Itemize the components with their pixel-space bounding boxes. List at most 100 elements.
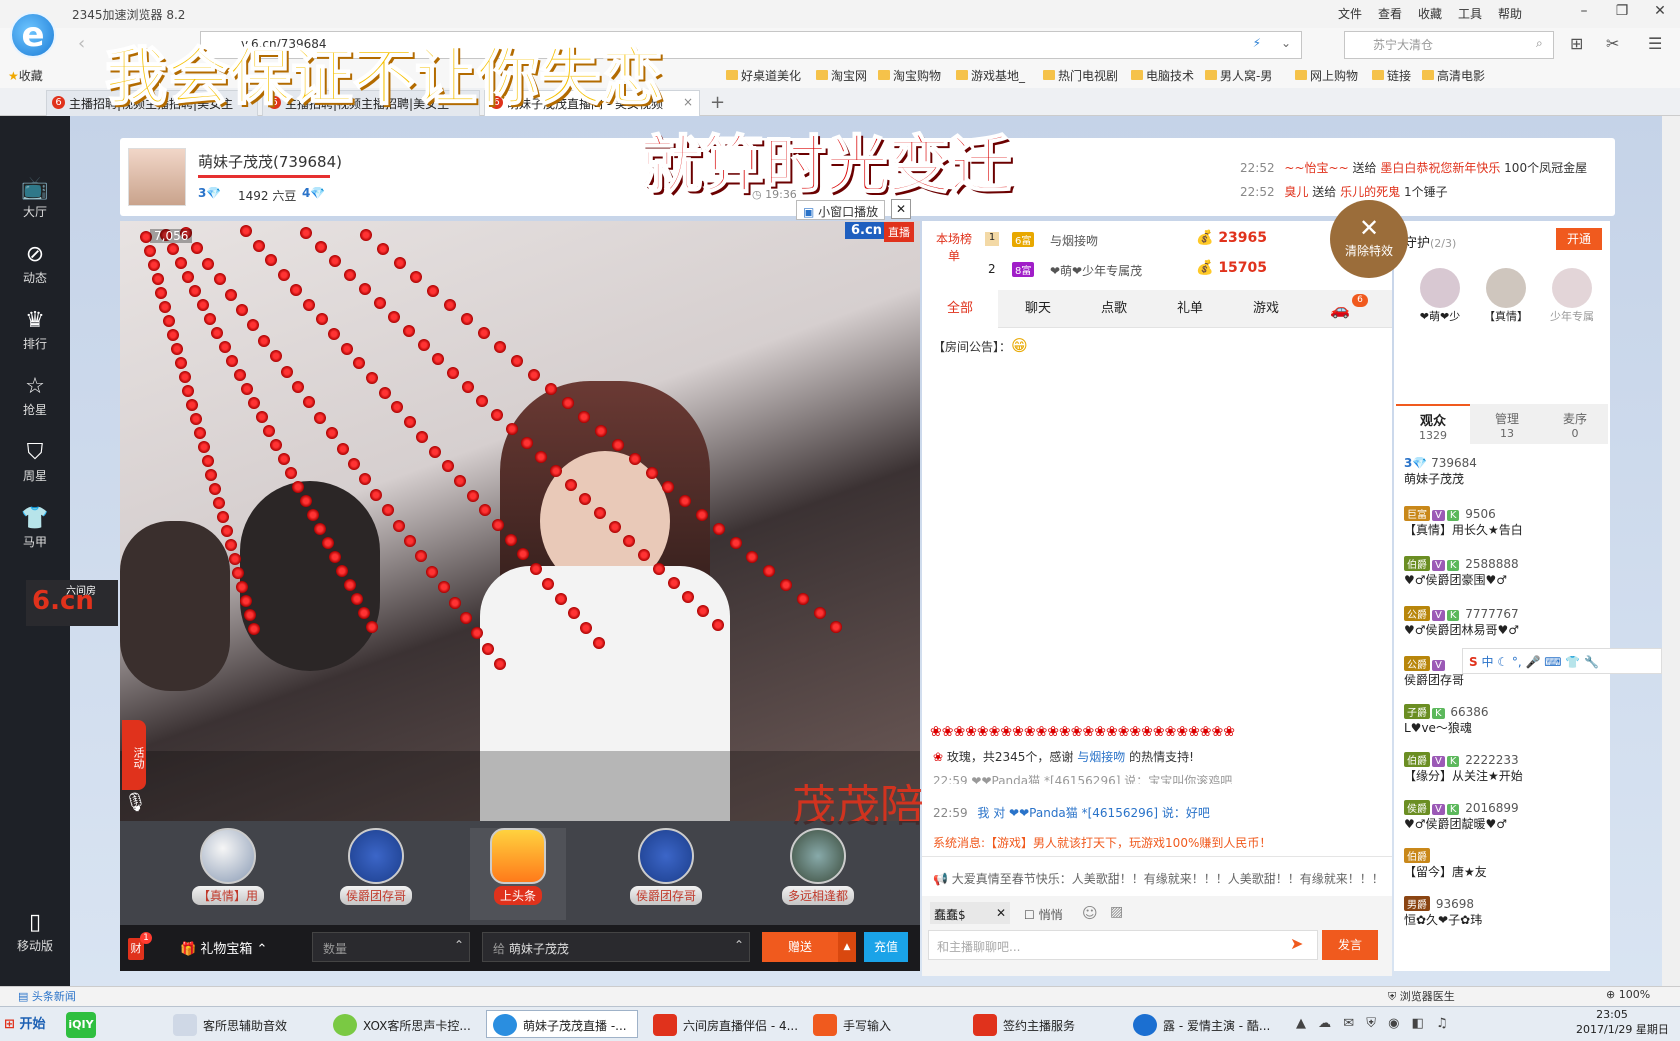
- lightning-icon[interactable]: ⚡: [1253, 36, 1261, 50]
- viewer-row[interactable]: 巨富 V K 9506 【真情】用长久★告白: [1404, 506, 1523, 538]
- nav-ranking[interactable]: ♛ 排行: [0, 308, 70, 352]
- viewer-row[interactable]: 伯爵 V K 2222233 【缘分】从关注★开始: [1404, 752, 1523, 784]
- chat-target[interactable]: 蠢蠢$ ✕: [930, 902, 1010, 924]
- clear-effects-button[interactable]: ✕ 清除特效: [1330, 200, 1408, 278]
- viewer-row[interactable]: 伯爵 V K 2588888 ♥♂侯爵团豪围♥♂: [1404, 556, 1519, 588]
- quantity-input[interactable]: 数量: [312, 932, 470, 962]
- guard-member[interactable]: 【真情】: [1476, 268, 1536, 324]
- guard-member[interactable]: 少年专属: [1542, 268, 1602, 324]
- live-video[interactable]: [120, 221, 920, 821]
- nav-hall[interactable]: 📺 大厅: [0, 176, 70, 220]
- open-guard-button[interactable]: 开通: [1556, 228, 1602, 250]
- minimize-icon[interactable]: –: [1570, 3, 1598, 25]
- favorite-item[interactable]: 游戏基地_: [956, 67, 1025, 84]
- tab-audience[interactable]: 观众 1329: [1396, 404, 1470, 444]
- tab-close-icon[interactable]: ×: [683, 95, 693, 109]
- chevron-up-icon[interactable]: ⌃: [734, 938, 744, 952]
- gift-item[interactable]: 【真情】用: [180, 828, 276, 920]
- rank-name[interactable]: ❤萌❤少年专属茂: [1050, 262, 1142, 279]
- taskbar-item[interactable]: 客所思辅助音效: [166, 1010, 318, 1038]
- nav-vest[interactable]: 👕 马甲: [0, 506, 70, 550]
- gift-box-button[interactable]: 🎁 礼物宝箱 ⌃: [180, 938, 267, 957]
- viewer-row[interactable]: 伯爵 【留今】唐★友: [1404, 848, 1487, 880]
- gift-item[interactable]: 侯爵团存哥: [618, 828, 714, 920]
- taskbar-item[interactable]: 六间房直播伴侣 - 4...: [646, 1010, 798, 1038]
- search-input[interactable]: 苏宁大清仓: [1344, 31, 1554, 59]
- nav-dynamic[interactable]: ⊘ 动态: [0, 242, 70, 286]
- tab-all[interactable]: 全部: [922, 290, 998, 328]
- chevron-down-icon[interactable]: ⌄: [1281, 36, 1291, 50]
- taskbar-item-active[interactable]: 萌妹子茂茂直播 -...: [486, 1010, 638, 1038]
- emoji-icon[interactable]: ☺: [1082, 904, 1098, 922]
- gift-item[interactable]: 多远相逢都: [770, 828, 866, 920]
- viewer-row[interactable]: 男爵 93698 恒✿久❤子✿玮: [1404, 896, 1482, 928]
- browser-logo[interactable]: e: [10, 12, 56, 58]
- whisper-checkbox[interactable]: ☐ 悄悄: [1024, 906, 1063, 923]
- taskbar-item[interactable]: XOX客所思声卡控...: [326, 1010, 478, 1038]
- rank-name[interactable]: 与烟接吻: [1050, 232, 1098, 249]
- tab-managers[interactable]: 管理 13: [1472, 404, 1542, 444]
- viewer-row[interactable]: 子爵 K 66386 L♥ve〜狼魂: [1404, 704, 1489, 736]
- viewer-row[interactable]: 公爵 V 侯爵团存哥: [1404, 656, 1464, 688]
- menu-help[interactable]: 帮助: [1498, 5, 1522, 22]
- system-tray[interactable]: ▲ ☁ ✉ ⛨ ◉ ◧ ♫: [1296, 1016, 1452, 1031]
- favorites-button[interactable]: ★收藏: [8, 67, 43, 84]
- gift-headline[interactable]: 上头条: [470, 828, 566, 920]
- give-dropdown-icon[interactable]: ▲: [838, 932, 856, 962]
- tab-chat[interactable]: 聊天: [1000, 290, 1076, 328]
- favorite-item[interactable]: 好桌道美化: [726, 67, 801, 84]
- taskbar-item[interactable]: 签约主播服务: [966, 1010, 1118, 1038]
- remove-target-icon[interactable]: ✕: [996, 906, 1006, 920]
- guard-member[interactable]: ❤萌❤少: [1410, 268, 1470, 324]
- ime-toolbar[interactable]: S 中 ☾ °, 🎤 ⌨ 👕 🔧: [1462, 648, 1662, 674]
- iqiyi-icon[interactable]: iQIY: [66, 1012, 96, 1038]
- viewer-row[interactable]: 侯爵 V K 2016899 ♥♂侯爵团靛暖♥♂: [1404, 800, 1519, 832]
- favorite-item[interactable]: 淘宝网: [816, 67, 867, 84]
- menu-favorites[interactable]: 收藏: [1418, 5, 1442, 22]
- host-avatar[interactable]: [128, 148, 186, 206]
- car-icon[interactable]: 🚗: [1330, 300, 1350, 319]
- page-scrollbar[interactable]: [1662, 116, 1680, 986]
- send-icon[interactable]: ➤: [1290, 934, 1303, 953]
- search-icon[interactable]: ⌕: [1536, 36, 1543, 51]
- maximize-icon[interactable]: ❐: [1608, 3, 1636, 25]
- menu-tools[interactable]: 工具: [1458, 5, 1482, 22]
- zoom-level[interactable]: ⊕ 100%: [1606, 988, 1650, 1001]
- close-icon[interactable]: ✕: [1646, 3, 1674, 25]
- nav-weekly-star[interactable]: ⛉ 周星: [0, 440, 70, 484]
- microphone-icon[interactable]: 🎙: [124, 792, 147, 813]
- favorite-item[interactable]: 热门电视剧: [1043, 67, 1118, 84]
- chevron-up-icon[interactable]: ⌃: [454, 938, 464, 952]
- taskbar-item[interactable]: 露 - 爱情主演 - 酷...: [1126, 1010, 1278, 1038]
- gift-item[interactable]: 侯爵团存哥: [328, 828, 424, 920]
- start-button[interactable]: ⊞ 开始: [4, 1013, 45, 1032]
- image-icon[interactable]: ▨: [1110, 904, 1123, 920]
- recipient-select[interactable]: 给 萌妹子茂茂: [482, 932, 750, 962]
- give-button[interactable]: 赠送: [762, 932, 838, 962]
- menu-icon[interactable]: ☰: [1648, 34, 1662, 53]
- viewer-row[interactable]: 公爵 V K 7777767 ♥♂侯爵团林易哥♥♂: [1404, 606, 1519, 638]
- browser-doctor[interactable]: ⛨ 浏览器医生: [1388, 988, 1455, 1004]
- menu-view[interactable]: 查看: [1378, 5, 1402, 22]
- new-tab-icon[interactable]: +: [710, 92, 725, 113]
- nav-star[interactable]: ☆ 抢星: [0, 374, 70, 418]
- clock[interactable]: 23:05 2017/1/29 星期日: [1576, 1008, 1669, 1037]
- chat-input[interactable]: 和主播聊聊吧...: [928, 930, 1318, 960]
- viewer-row[interactable]: 3💎 739684 萌妹子茂茂: [1404, 456, 1477, 487]
- scissors-icon[interactable]: ✂: [1606, 34, 1619, 53]
- back-icon[interactable]: ‹: [78, 33, 85, 54]
- favorite-item[interactable]: 电脑技术: [1131, 67, 1194, 84]
- activity-tab[interactable]: 活动: [122, 720, 146, 790]
- site-logo[interactable]: 6.cn 六间房: [26, 580, 118, 626]
- tab-games[interactable]: 游戏: [1228, 290, 1304, 328]
- favorite-item[interactable]: 淘宝购物: [878, 67, 941, 84]
- send-button[interactable]: 发言: [1322, 930, 1378, 960]
- headline-news[interactable]: ▤ 头条新闻: [18, 988, 76, 1004]
- tab-gifts[interactable]: 礼单: [1152, 290, 1228, 328]
- favorite-item[interactable]: 链接: [1372, 67, 1411, 84]
- taskbar-item[interactable]: 手写输入: [806, 1010, 958, 1038]
- tab-mic-queue[interactable]: 麦序 0: [1542, 404, 1608, 444]
- menu-file[interactable]: 文件: [1338, 5, 1362, 22]
- recharge-button[interactable]: 充值: [864, 932, 908, 962]
- favorite-item[interactable]: 网上购物: [1295, 67, 1358, 84]
